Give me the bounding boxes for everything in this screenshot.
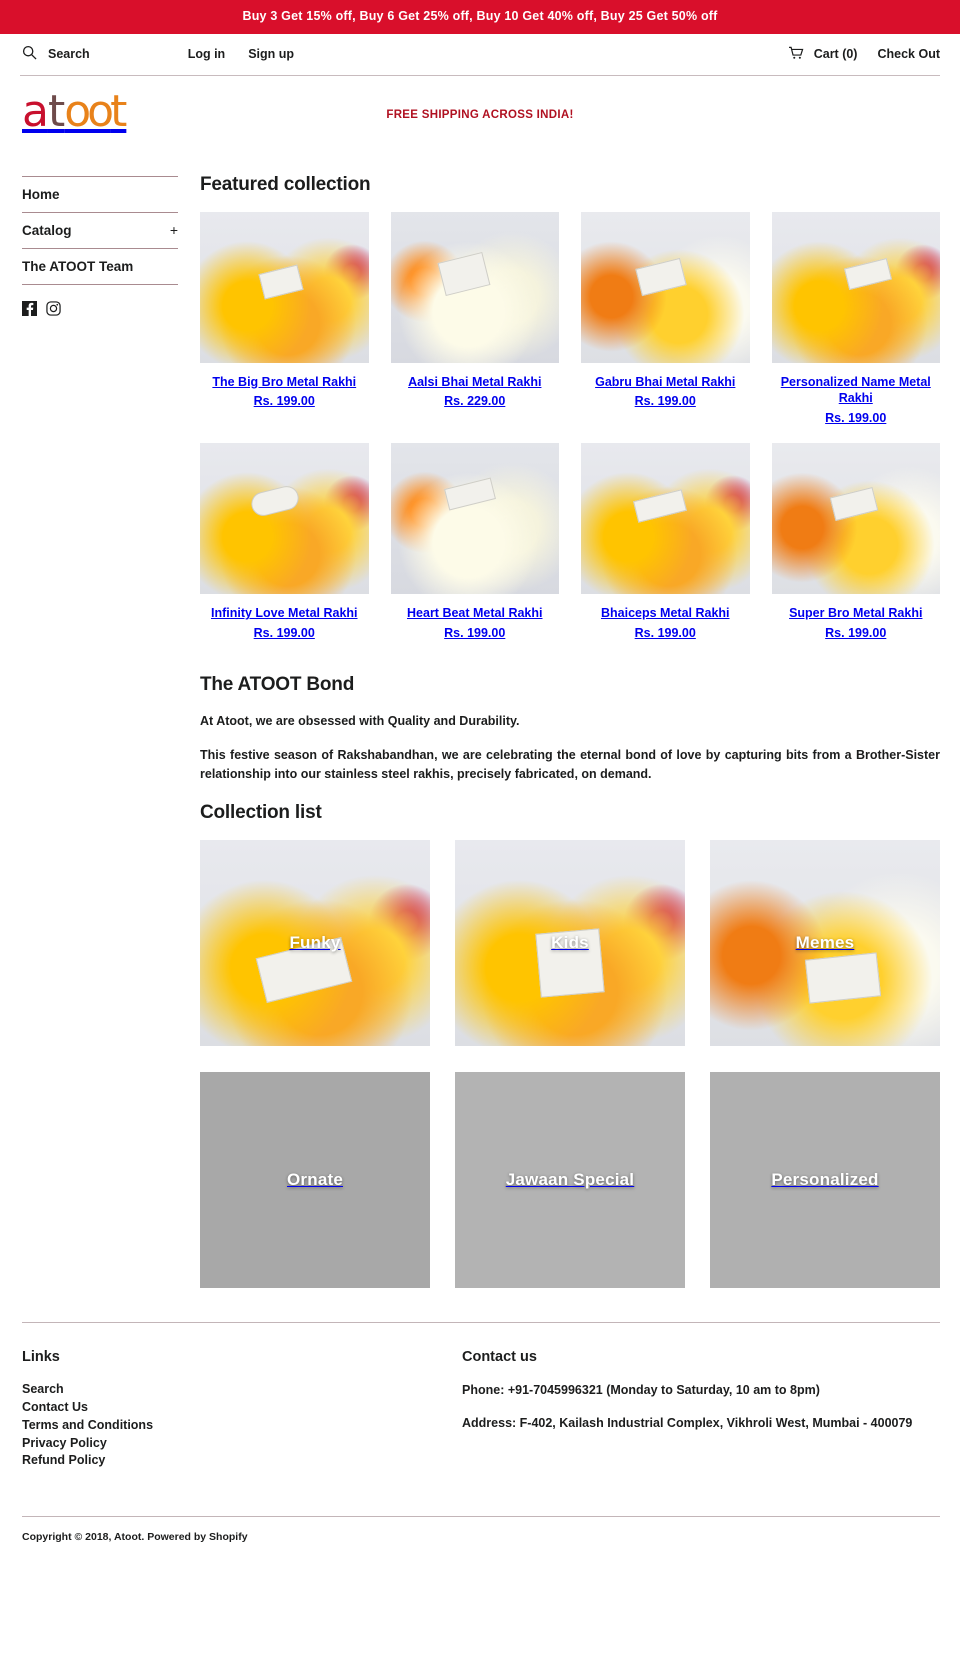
sidebar-item-label: Catalog [22,222,72,238]
utility-bar: Search Log in Sign up Cart (0) Check Out [0,34,960,75]
collection-tile-funky[interactable]: Funky [200,840,430,1047]
cart-icon [788,46,805,63]
social-links [22,285,178,316]
footer-link-contact-us[interactable]: Contact Us [22,1399,462,1417]
free-shipping-banner: FREE SHIPPING ACROSS INDIA! [386,108,574,121]
product-price: Rs. 199.00 [253,394,315,409]
footer-link-search[interactable]: Search [22,1381,462,1399]
collection-label: Jawaan Special [505,1170,635,1190]
product-title: The Big Bro Metal Rakhi [212,374,357,389]
bond-heading: The ATOOT Bond [200,674,355,696]
collection-tile-ornate[interactable]: Ornate [200,1072,430,1289]
sidebar-item-label: The ATOOT Team [22,258,134,274]
product-price: Rs. 199.00 [825,411,887,426]
footer-link-refund-policy[interactable]: Refund Policy [22,1452,462,1470]
featured-collection-heading: Featured collection [200,173,371,195]
login-link[interactable]: Log in [188,47,226,61]
footer-link-terms-and-conditions[interactable]: Terms and Conditions [22,1417,462,1435]
footer-links-column: Links Search Contact Us Terms and Condit… [22,1349,462,1470]
collection-tile-jawaan-special[interactable]: Jawaan Special [455,1072,685,1289]
sidebar-nav: Home Catalog + The ATOOT Team [22,154,178,1289]
product-title: Heart Beat Metal Rakhi [407,606,543,621]
copyright-divider [22,1516,940,1517]
bond-paragraph-2: This festive season of Rakshabandhan, we… [200,747,940,781]
signup-link[interactable]: Sign up [248,47,294,61]
bond-paragraph-1: At Atoot, we are obsessed with Quality a… [200,714,520,729]
footer-divider [22,1322,940,1324]
product-card[interactable]: Bhaiceps Metal Rakhi Rs. 199.00 [581,443,750,658]
product-title: Aalsi Bhai Metal Rakhi [408,374,542,389]
collection-label: Memes [795,933,855,953]
featured-product-grid: The Big Bro Metal Rakhi Rs. 199.00 Aalsi… [200,211,940,659]
product-image [771,211,940,363]
footer-contact-column: Contact us Phone: +91-7045996321 (Monday… [462,1349,940,1470]
cart-label: Cart (0) [813,47,858,61]
product-card[interactable]: The Big Bro Metal Rakhi Rs. 199.00 [200,211,369,444]
collection-tile-personalized[interactable]: Personalized [710,1072,940,1289]
product-title: Bhaiceps Metal Rakhi [600,606,730,621]
product-image [390,211,559,363]
collection-list-heading: Collection list [200,802,322,824]
product-card[interactable]: Personalized Name Metal Rakhi Rs. 199.00 [771,211,940,444]
product-image [581,211,750,363]
branding-row: atoot FREE SHIPPING ACROSS INDIA! [0,76,960,154]
product-price: Rs. 199.00 [634,394,696,409]
collection-tile-kids[interactable]: Kids [455,840,685,1047]
sidebar-item-label: Home [22,186,60,202]
product-title: Gabru Bhai Metal Rakhi [595,374,736,389]
instagram-icon[interactable] [46,300,61,316]
product-card[interactable]: Gabru Bhai Metal Rakhi Rs. 199.00 [581,211,750,444]
product-title: Super Bro Metal Rakhi [789,606,923,621]
product-price: Rs. 199.00 [253,626,315,641]
announcement-bar: Buy 3 Get 15% off, Buy 6 Get 25% off, Bu… [0,0,960,34]
product-card[interactable]: Aalsi Bhai Metal Rakhi Rs. 229.00 [390,211,559,444]
collection-label: Ornate [287,1170,343,1190]
sidebar-item-catalog[interactable]: Catalog + [22,213,178,248]
search-icon [22,45,37,63]
product-title: Personalized Name Metal Rakhi [780,374,931,406]
cart-button[interactable]: Cart (0) [788,46,858,63]
footer-address: Address: F-402, Kailash Industrial Compl… [462,1416,913,1430]
footer-link-privacy-policy[interactable]: Privacy Policy [22,1435,462,1453]
collection-tile-memes[interactable]: Memes [710,840,940,1047]
product-card[interactable]: Heart Beat Metal Rakhi Rs. 199.00 [390,443,559,658]
collection-grid: Funky Kids Memes Ornate Jawaan Special P… [200,840,940,1289]
product-price: Rs. 199.00 [825,626,887,641]
sidebar-item-home[interactable]: Home [22,177,178,212]
product-image [390,443,559,595]
product-price: Rs. 199.00 [634,626,696,641]
collection-label: Funky [289,933,341,953]
copyright-text: Copyright © 2018, Atoot. Powered by Shop… [22,1531,248,1543]
product-card[interactable]: Infinity Love Metal Rakhi Rs. 199.00 [200,443,369,658]
product-image [200,211,369,363]
site-footer: Links Search Contact Us Terms and Condit… [0,1323,960,1470]
facebook-icon[interactable] [22,300,37,316]
footer-links-heading: Links [22,1349,60,1366]
footer-phone: Phone: +91-7045996321 (Monday to Saturda… [462,1383,820,1398]
footer-contact-heading: Contact us [462,1349,537,1366]
product-price: Rs. 229.00 [444,394,506,409]
product-price: Rs. 199.00 [444,626,506,641]
collection-label: Kids [551,933,589,953]
product-image [581,443,750,595]
checkout-link[interactable]: Check Out [877,47,940,61]
product-image [200,443,369,595]
atoot-bond-section: The ATOOT Bond At Atoot, we are obsessed… [200,674,940,784]
search-label: Search [48,47,90,61]
search-button[interactable]: Search [22,45,90,63]
product-card[interactable]: Super Bro Metal Rakhi Rs. 199.00 [771,443,940,658]
expand-plus-icon[interactable]: + [170,222,178,238]
product-title: Infinity Love Metal Rakhi [210,606,358,621]
product-image [771,443,940,595]
sidebar-item-the-atoot-team[interactable]: The ATOOT Team [22,249,178,284]
collection-label: Personalized [771,1170,879,1190]
